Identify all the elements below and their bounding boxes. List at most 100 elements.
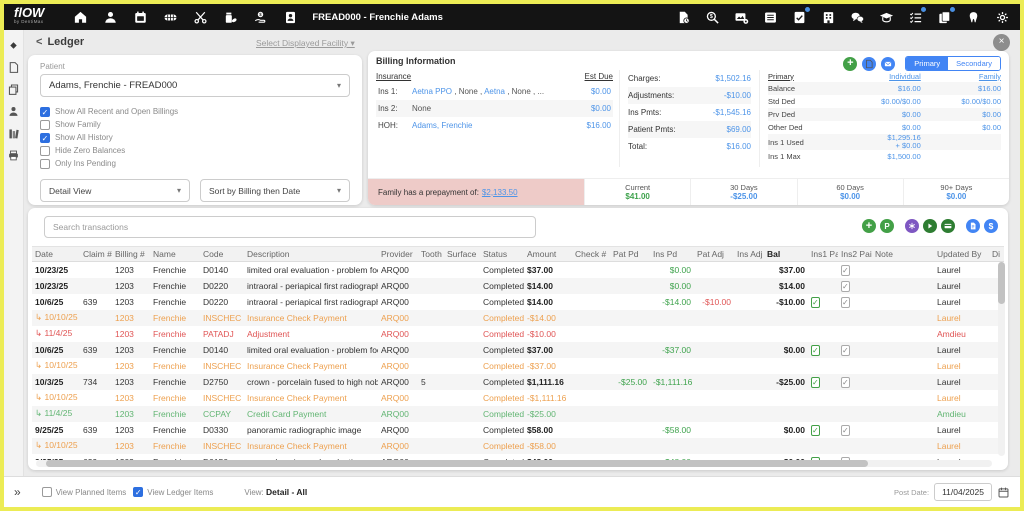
messages-icon[interactable]	[849, 9, 865, 25]
calendar-icon[interactable]	[997, 486, 1010, 499]
ins2-paid-checkbox[interactable]: ✓	[841, 377, 850, 388]
ins1-paid-checkbox[interactable]: ✓	[811, 297, 820, 308]
sort-select[interactable]: Sort by Billing then Date▾	[200, 179, 350, 202]
note-icon[interactable]	[7, 61, 20, 74]
table-row[interactable]: 10/6/256391203FrenchieD0140limited oral …	[32, 342, 1004, 358]
quick-pay-button[interactable]: $	[984, 219, 998, 233]
insurance-link[interactable]: Adams, Frenchie	[412, 121, 472, 130]
table-row[interactable]: ↳ 11/4/251203FrenchiePATADJAdjustmentARQ…	[32, 326, 1004, 342]
horizontal-scrollbar[interactable]	[36, 460, 992, 467]
printer-icon[interactable]	[7, 149, 20, 162]
insurance-link[interactable]: Aetna	[484, 87, 505, 96]
ins2-paid-checkbox[interactable]: ✓	[841, 281, 850, 292]
table-row[interactable]: ↳ 10/10/251203FrenchieINSCHECInsurance C…	[32, 358, 1004, 374]
col-header-ins1_paid[interactable]: Ins1 Paid	[808, 247, 838, 262]
benefits-col-header[interactable]: Individual	[841, 70, 921, 82]
books-icon[interactable]	[7, 127, 20, 140]
tasks-icon[interactable]	[791, 9, 807, 25]
col-header-tooth[interactable]: Tooth	[418, 247, 444, 262]
tooth-icon[interactable]	[965, 9, 981, 25]
col-header-provider[interactable]: Provider	[378, 247, 418, 262]
vertical-scrollbar-thumb[interactable]	[998, 262, 1005, 304]
checkbox[interactable]: ✓	[42, 487, 52, 497]
copy-icon[interactable]	[7, 83, 20, 96]
ins1-paid-checkbox[interactable]: ✓	[811, 377, 820, 388]
benefits-col-header[interactable]: Family	[921, 70, 1001, 82]
claims-icon[interactable]	[675, 9, 691, 25]
insurance-col-header[interactable]: Insurance	[376, 72, 411, 81]
col-header-bal[interactable]: Bal	[764, 247, 808, 262]
col-header-billing[interactable]: Billing #	[112, 247, 150, 262]
table-row[interactable]: ↳ 10/10/251203FrenchieINSCHECInsurance C…	[32, 438, 1004, 454]
procedures-icon[interactable]	[192, 9, 208, 25]
toggle-primary[interactable]: Primary	[906, 57, 948, 70]
col-header-code[interactable]: Code	[200, 247, 244, 262]
filter-checkbox-4[interactable]: ✓Only Ins Pending	[40, 157, 350, 170]
patient-icon[interactable]	[102, 9, 118, 25]
col-header-claim[interactable]: Claim #	[80, 247, 112, 262]
col-header-updated_by[interactable]: Updated By	[934, 247, 989, 262]
add-button[interactable]: +	[843, 57, 857, 71]
note-button[interactable]	[862, 57, 876, 71]
education-icon[interactable]	[878, 9, 894, 25]
table-row[interactable]: 10/23/251203FrenchieD0140limited oral ev…	[32, 262, 1004, 278]
table-row[interactable]: ↳ 10/10/251203FrenchieINSCHECInsurance C…	[32, 390, 1004, 406]
ins1-paid-checkbox[interactable]: ✓	[811, 425, 820, 436]
back-icon[interactable]: <	[36, 36, 42, 48]
col-header-amount[interactable]: Amount	[524, 247, 572, 262]
col-header-di[interactable]: Di	[989, 247, 1004, 262]
statement-button[interactable]	[966, 219, 980, 233]
checkbox[interactable]: ✓	[40, 146, 50, 156]
auto-post-button[interactable]	[905, 219, 919, 233]
vertical-scrollbar[interactable]	[998, 262, 1005, 456]
horizontal-scrollbar-thumb[interactable]	[46, 460, 868, 467]
checkbox[interactable]: ✓	[40, 120, 50, 130]
col-header-note[interactable]: Note	[872, 247, 934, 262]
ins2-paid-checkbox[interactable]: ✓	[841, 345, 850, 356]
col-header-ins2_paid[interactable]: Ins2 Paid	[838, 247, 872, 262]
card-payment-button[interactable]	[941, 219, 955, 233]
filter-checkbox-1[interactable]: ✓Show Family	[40, 118, 350, 131]
expand-button[interactable]: »	[14, 485, 21, 499]
schedule-icon[interactable]	[132, 9, 148, 25]
payments-icon[interactable]: $	[252, 9, 268, 25]
col-header-status[interactable]: Status	[480, 247, 524, 262]
prepayment-amount-link[interactable]: $2,133.50	[482, 188, 518, 197]
settings-icon[interactable]	[994, 9, 1010, 25]
filter-checkbox-2[interactable]: ✓Show All History	[40, 131, 350, 144]
col-header-ins_pd[interactable]: Ins Pd	[650, 247, 694, 262]
mail-button[interactable]	[881, 57, 895, 71]
col-header-date[interactable]: Date	[32, 247, 80, 262]
diamond-icon[interactable]	[7, 39, 20, 52]
col-header-ins_adj[interactable]: Ins Adj	[734, 247, 764, 262]
ins2-paid-checkbox[interactable]: ✓	[841, 265, 850, 276]
col-header-surface[interactable]: Surface	[444, 247, 480, 262]
person-icon[interactable]	[7, 105, 20, 118]
table-row[interactable]: 10/3/257341203FrenchieD2750crown - porce…	[32, 374, 1004, 390]
table-row[interactable]: ↳ 11/4/251203FrenchieCCPAYCredit Card Pa…	[32, 406, 1004, 422]
add-button[interactable]: +	[862, 219, 876, 233]
ins2-paid-checkbox[interactable]: ✓	[841, 297, 850, 308]
close-button[interactable]: ×	[993, 34, 1010, 51]
table-row[interactable]: 9/25/256391203FrenchieD0330panoramic rad…	[32, 422, 1004, 438]
list-icon[interactable]	[762, 9, 778, 25]
search-dollar-icon[interactable]: $	[704, 9, 720, 25]
documents-icon[interactable]	[936, 9, 952, 25]
checkbox[interactable]: ✓	[133, 487, 143, 497]
filter-checkbox-0[interactable]: ✓Show All Recent and Open Billings	[40, 105, 350, 118]
office-icon[interactable]	[820, 9, 836, 25]
imaging-icon[interactable]	[733, 9, 749, 25]
table-row[interactable]: 10/23/251203FrenchieD0220intraoral - per…	[32, 278, 1004, 294]
facility-select-link[interactable]: Select Displayed Facility ▾	[256, 38, 355, 49]
page-title[interactable]: <Ledger	[36, 36, 84, 48]
view-ledger-checkbox[interactable]: ✓View Ledger Items	[133, 487, 213, 497]
post-date-input[interactable]: 11/04/2025	[934, 483, 992, 501]
post-button[interactable]	[923, 219, 937, 233]
col-header-check[interactable]: Check #	[572, 247, 610, 262]
view-mode-select[interactable]: Detail View▾	[40, 179, 190, 202]
view-planned-checkbox[interactable]: ✓View Planned Items	[42, 487, 127, 497]
benefits-col-header[interactable]: Primary	[768, 70, 841, 82]
checkbox[interactable]: ✓	[40, 159, 50, 169]
col-header-desc[interactable]: Description	[244, 247, 378, 262]
toggle-secondary[interactable]: Secondary	[948, 57, 1000, 70]
